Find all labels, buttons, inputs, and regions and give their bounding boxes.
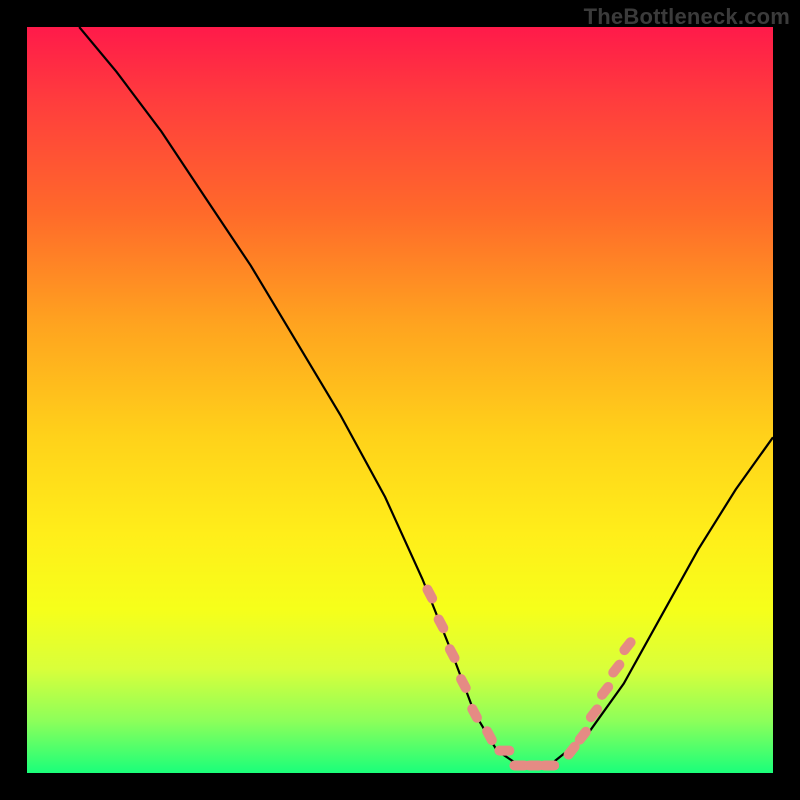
curve-marker xyxy=(454,672,472,694)
curve-marker xyxy=(421,583,439,605)
curve-marker xyxy=(432,613,450,635)
curve-marker xyxy=(443,642,461,664)
watermark-text: TheBottleneck.com xyxy=(584,4,790,30)
curve-marker xyxy=(617,635,637,657)
curve-marker xyxy=(606,658,626,680)
curve-markers-group xyxy=(421,583,638,771)
bottleneck-curve-path xyxy=(79,27,773,766)
curve-marker xyxy=(539,761,559,771)
bottleneck-curve-svg xyxy=(27,27,773,773)
curve-marker xyxy=(465,702,483,724)
chart-plot-area xyxy=(27,27,773,773)
curve-marker xyxy=(584,702,604,724)
curve-marker xyxy=(494,746,514,756)
